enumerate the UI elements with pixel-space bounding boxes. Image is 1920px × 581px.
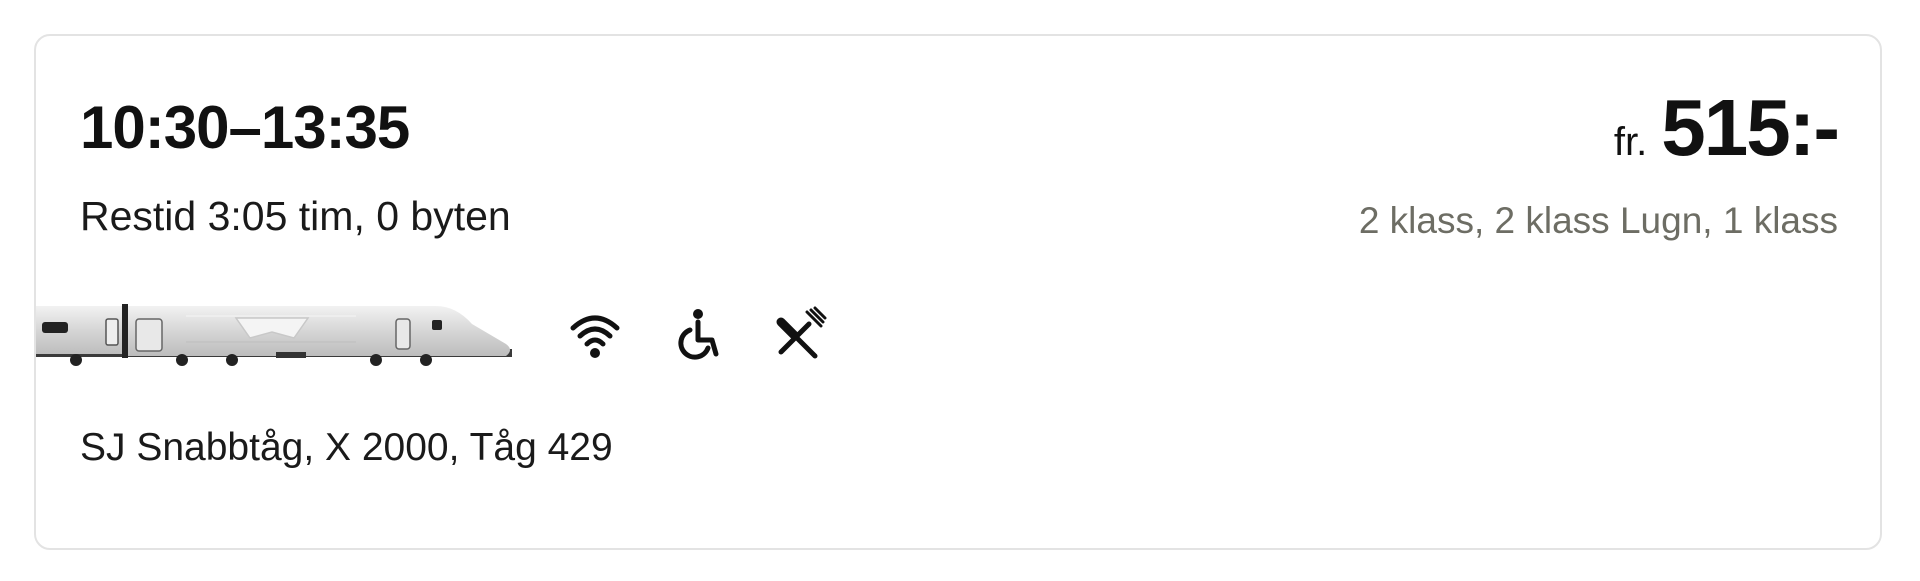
price-amount: 515:- <box>1661 83 1840 172</box>
train-name: SJ Snabbtåg, X 2000, Tåg 429 <box>80 426 613 469</box>
price: fr. 515:- <box>1613 88 1840 168</box>
departure-arrival-times: 10:30–13:35 <box>80 94 410 161</box>
no-food-icon <box>771 306 827 362</box>
journey-card[interactable]: 10:30–13:35 Restid 3:05 tim, 0 byten fr.… <box>34 34 1882 550</box>
train-image <box>36 294 512 374</box>
wheelchair-icon <box>670 306 726 362</box>
wifi-icon <box>567 306 623 362</box>
price-prefix: fr. <box>1613 120 1648 164</box>
travel-duration: Restid 3:05 tim, 0 byten <box>80 193 511 239</box>
available-classes: 2 klass, 2 klass Lugn, 1 klass <box>1358 200 1838 241</box>
